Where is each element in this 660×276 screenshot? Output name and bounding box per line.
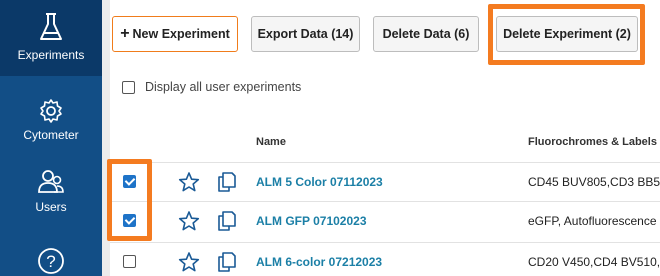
highlight-delete-experiment xyxy=(488,4,645,65)
export-data-label: Export Data (14) xyxy=(257,27,354,41)
sidebar-item-help[interactable]: ? xyxy=(0,246,102,276)
new-experiment-button[interactable]: + New Experiment xyxy=(112,16,238,52)
display-all-label: Display all user experiments xyxy=(145,80,302,94)
sidebar-item-label: Users xyxy=(35,200,67,214)
fluorochromes-cell: CD20 V450,CD4 BV510,CD xyxy=(528,255,660,269)
highlight-selected-checkboxes xyxy=(107,159,152,241)
row-checkbox[interactable] xyxy=(123,255,136,268)
sidebar-item-label: Cytometer xyxy=(23,128,79,142)
plus-icon: + xyxy=(120,25,130,42)
display-all-checkbox[interactable] xyxy=(122,80,135,94)
column-header-fluorochromes[interactable]: Fluorochromes & Labels xyxy=(528,136,657,148)
gear-icon xyxy=(40,99,62,123)
experiment-name-link[interactable]: ALM 6-color 07212023 xyxy=(256,255,382,269)
delete-data-button[interactable]: Delete Data (6) xyxy=(373,16,479,52)
flask-icon xyxy=(40,13,62,40)
table-row[interactable]: ALM 5 Color 07112023 CD45 BUV805,CD3 BB5… xyxy=(110,162,660,200)
experiment-name-link[interactable]: ALM 5 Color 07112023 xyxy=(256,175,383,189)
star-icon[interactable] xyxy=(178,251,200,273)
help-icon: ? xyxy=(38,248,64,274)
sidebar: Experiments Cytometer Users ? xyxy=(0,0,102,276)
fluorochromes-cell: eGFP, Autofluorescence xyxy=(528,214,657,228)
star-icon[interactable] xyxy=(178,210,200,232)
users-icon xyxy=(38,170,64,193)
new-experiment-label: New Experiment xyxy=(132,27,230,41)
star-icon[interactable] xyxy=(178,171,200,193)
svg-text:?: ? xyxy=(46,252,55,271)
fluorochromes-cell: CD45 BUV805,CD3 BB515 xyxy=(528,175,660,189)
sidebar-item-label: Experiments xyxy=(17,48,85,62)
display-all-row[interactable]: Display all user experiments xyxy=(122,80,301,94)
copy-icon[interactable] xyxy=(215,171,237,193)
table-row[interactable]: ALM GFP 07102023 eGFP, Autofluorescence xyxy=(110,201,660,239)
column-header-name[interactable]: Name xyxy=(256,136,286,148)
copy-icon[interactable] xyxy=(215,210,237,232)
delete-data-label: Delete Data (6) xyxy=(382,27,470,41)
export-data-button[interactable]: Export Data (14) xyxy=(251,16,360,52)
experiment-name-link[interactable]: ALM GFP 07102023 xyxy=(256,214,367,228)
sidebar-item-cytometer[interactable]: Cytometer xyxy=(0,98,102,158)
copy-icon[interactable] xyxy=(215,251,237,273)
sidebar-item-users[interactable]: Users xyxy=(0,168,102,228)
table-row[interactable]: ALM 6-color 07212023 CD20 V450,CD4 BV510… xyxy=(110,242,660,276)
sidebar-item-experiments[interactable]: Experiments xyxy=(0,0,102,76)
